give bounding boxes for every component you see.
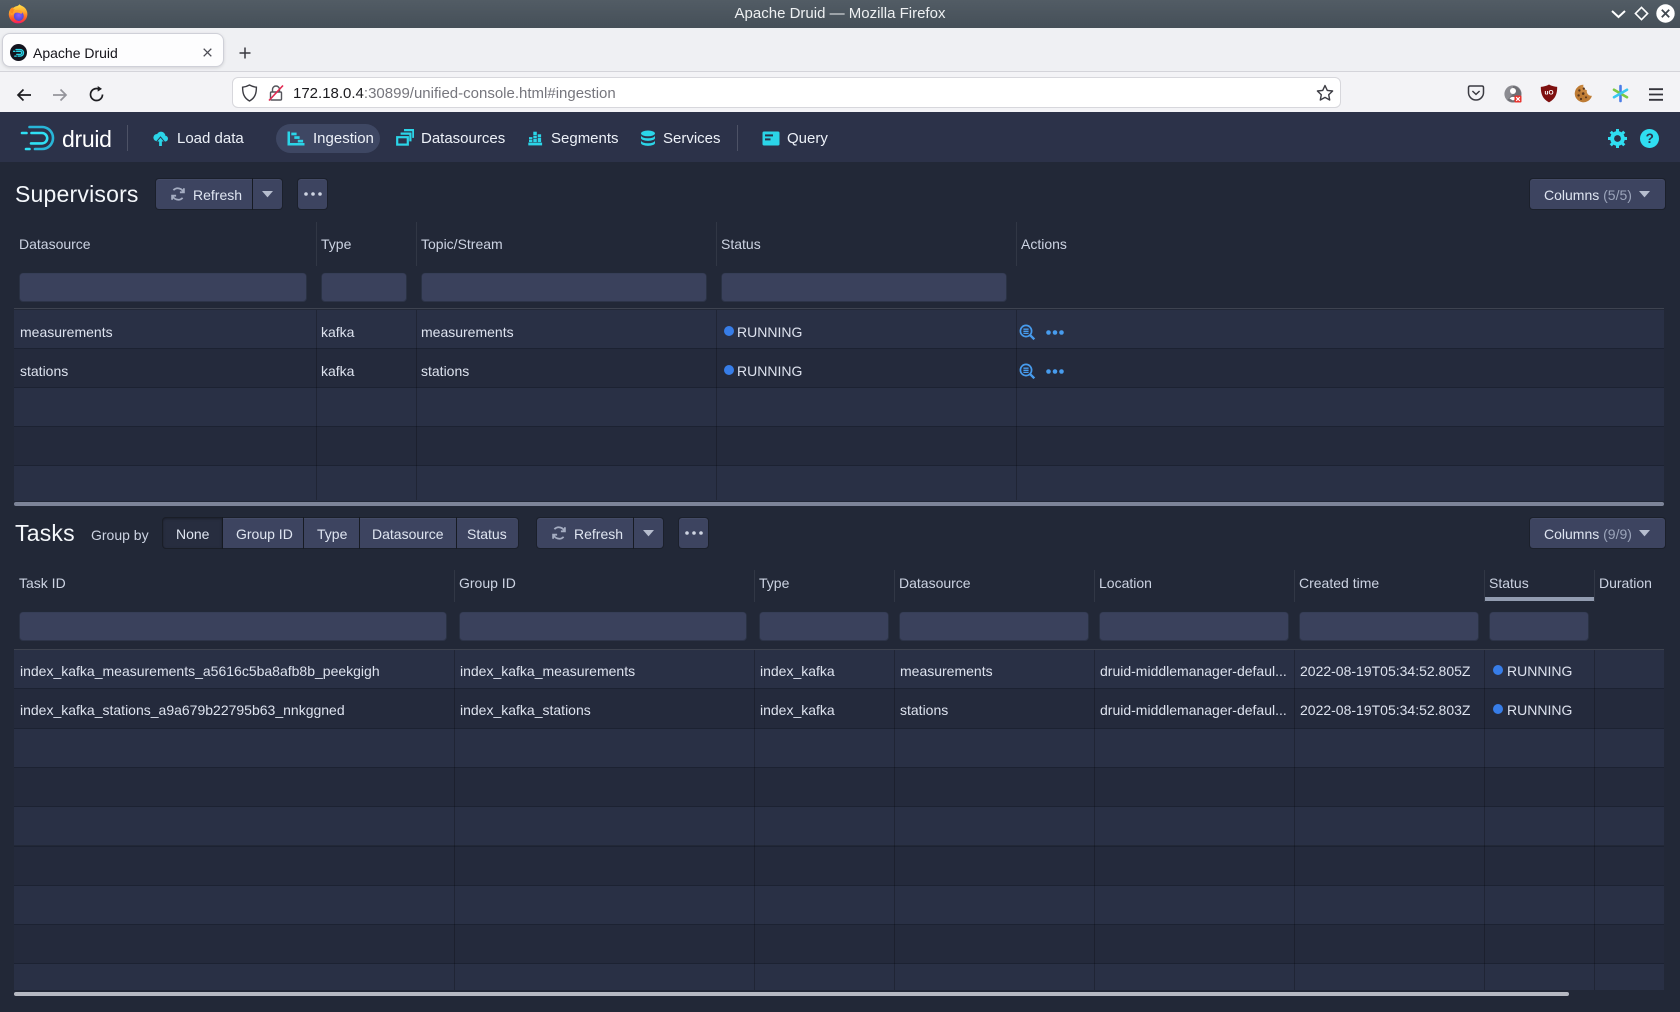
svg-text:uO: uO: [1544, 90, 1553, 97]
svg-text:?: ?: [1646, 131, 1654, 146]
